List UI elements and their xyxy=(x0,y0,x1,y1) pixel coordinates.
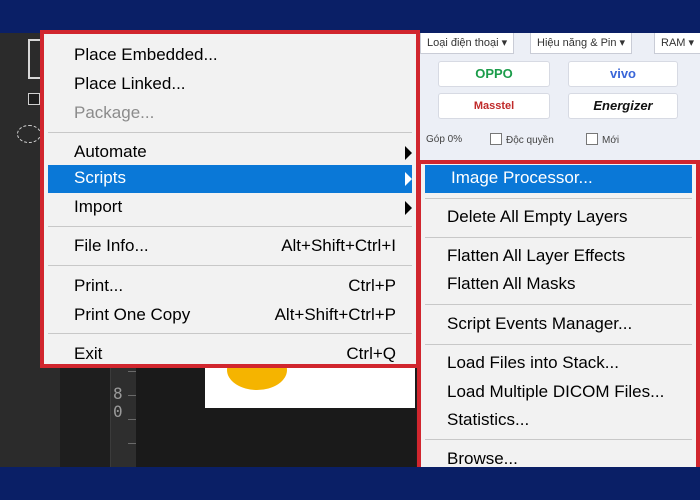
menu-separator xyxy=(425,198,692,199)
menu-item-script-events-manager[interactable]: Script Events Manager... xyxy=(421,311,696,339)
submenu-arrow-icon xyxy=(405,172,412,186)
menu-separator xyxy=(425,237,692,238)
lasso-tool-icon[interactable] xyxy=(17,125,41,143)
menu-item-label: Place Embedded... xyxy=(74,45,218,64)
menu-separator xyxy=(48,333,412,334)
checkbox-icon xyxy=(490,133,502,145)
menu-separator xyxy=(425,344,692,345)
ruler-tick xyxy=(128,443,136,444)
ruler-tick xyxy=(128,395,136,396)
menu-item-shortcut: Alt+Shift+Ctrl+P xyxy=(274,305,396,324)
brand-masstel: Masstel xyxy=(438,93,550,119)
web-filter: Góp 0% xyxy=(426,133,462,147)
menu-item-label: Print One Copy xyxy=(74,305,191,324)
menu-item-label: Flatten All Layer Effects xyxy=(447,246,626,265)
menu-item-label: Exit xyxy=(74,344,103,363)
menu-separator xyxy=(48,226,412,227)
menu-item-shortcut: Alt+Shift+Ctrl+I xyxy=(281,236,396,255)
web-filter: Mới xyxy=(586,133,619,148)
menu-item-exit[interactable]: Exit Ctrl+Q xyxy=(44,341,416,369)
menu-item-package: Package... xyxy=(44,100,416,128)
menu-item-import[interactable]: Import xyxy=(44,194,416,222)
menu-item-print-one-copy[interactable]: Print One Copy Alt+Shift+Ctrl+P xyxy=(44,302,416,330)
submenu-arrow-icon xyxy=(405,146,412,160)
menu-item-label: Place Linked... xyxy=(74,74,186,93)
menu-item-label: Print... xyxy=(74,276,124,295)
ruler-digit: 0 xyxy=(113,402,123,421)
submenu-arrow-icon xyxy=(405,201,412,215)
bottom-frame-band xyxy=(0,467,700,500)
web-filter-label: Độc quyền xyxy=(506,135,554,146)
menu-item-label: Delete All Empty Layers xyxy=(447,207,628,226)
menu-item-label: File Info... xyxy=(74,236,149,255)
ruler-digit: 8 xyxy=(113,384,123,403)
menu-item-shortcut: Ctrl+Q xyxy=(346,344,396,363)
menu-separator xyxy=(425,304,692,305)
menu-separator xyxy=(48,265,412,266)
web-dropdown: Loại điện thoại ▾ xyxy=(420,33,515,54)
web-filter-label: Góp 0% xyxy=(426,134,463,145)
ruler-tick xyxy=(128,419,136,420)
menu-item-label: Script Events Manager... xyxy=(447,314,633,333)
menu-item-automate[interactable]: Automate xyxy=(44,139,416,167)
menu-item-label: Browse... xyxy=(447,449,518,468)
menu-item-shortcut: Ctrl+P xyxy=(348,276,396,295)
menu-item-label: Flatten All Masks xyxy=(447,274,576,293)
menu-separator xyxy=(425,439,692,440)
menu-item-image-processor[interactable]: Image Processor... xyxy=(425,165,692,193)
web-backdrop: Loại điện thoại ▾ Hiệu năng & Pin ▾ RAM … xyxy=(418,33,700,163)
menu-separator xyxy=(48,132,412,133)
file-menu: Place Embedded... Place Linked... Packag… xyxy=(40,30,420,368)
menu-item-label: Load Files into Stack... xyxy=(447,353,619,372)
web-dropdown: Hiệu năng & Pin ▾ xyxy=(530,33,633,54)
menu-item-load-files-into-stack[interactable]: Load Files into Stack... xyxy=(421,350,696,378)
brand-oppo: OPPO xyxy=(438,61,550,87)
menu-item-label: Scripts xyxy=(74,168,126,187)
menu-item-flatten-all-masks[interactable]: Flatten All Masks xyxy=(421,271,696,299)
top-frame-band xyxy=(0,0,700,33)
menu-item-label: Package... xyxy=(74,103,155,122)
brand-vivo: vivo xyxy=(568,61,678,87)
web-filter-label: Mới xyxy=(602,135,620,146)
menu-item-flatten-all-layer-effects[interactable]: Flatten All Layer Effects xyxy=(421,243,696,271)
brand-energizer: Energizer xyxy=(568,93,678,119)
web-filter: Độc quyền xyxy=(490,133,554,148)
checkbox-icon xyxy=(586,133,598,145)
menu-item-load-multiple-dicom-files[interactable]: Load Multiple DICOM Files... xyxy=(421,379,696,407)
menu-item-place-linked[interactable]: Place Linked... xyxy=(44,71,416,99)
menu-item-print[interactable]: Print... Ctrl+P xyxy=(44,273,416,301)
menu-item-scripts[interactable]: Scripts xyxy=(48,165,412,193)
menu-item-label: Import xyxy=(74,197,123,216)
web-dropdown: RAM ▾ xyxy=(654,33,700,54)
menu-item-delete-all-empty-layers[interactable]: Delete All Empty Layers xyxy=(421,204,696,232)
ruler-tick xyxy=(128,371,136,372)
marquee-tool-icon[interactable] xyxy=(28,93,40,105)
menu-item-label: Load Multiple DICOM Files... xyxy=(447,382,665,401)
menu-item-label: Automate xyxy=(74,142,147,161)
document-image-fragment xyxy=(205,368,415,408)
menu-item-file-info[interactable]: File Info... Alt+Shift+Ctrl+I xyxy=(44,233,416,261)
scripts-submenu: Image Processor... Delete All Empty Laye… xyxy=(417,160,700,480)
menu-item-label: Statistics... xyxy=(447,410,530,429)
menu-item-label: Image Processor... xyxy=(451,168,593,187)
menu-item-statistics[interactable]: Statistics... xyxy=(421,407,696,435)
menu-item-place-embedded[interactable]: Place Embedded... xyxy=(44,42,416,70)
